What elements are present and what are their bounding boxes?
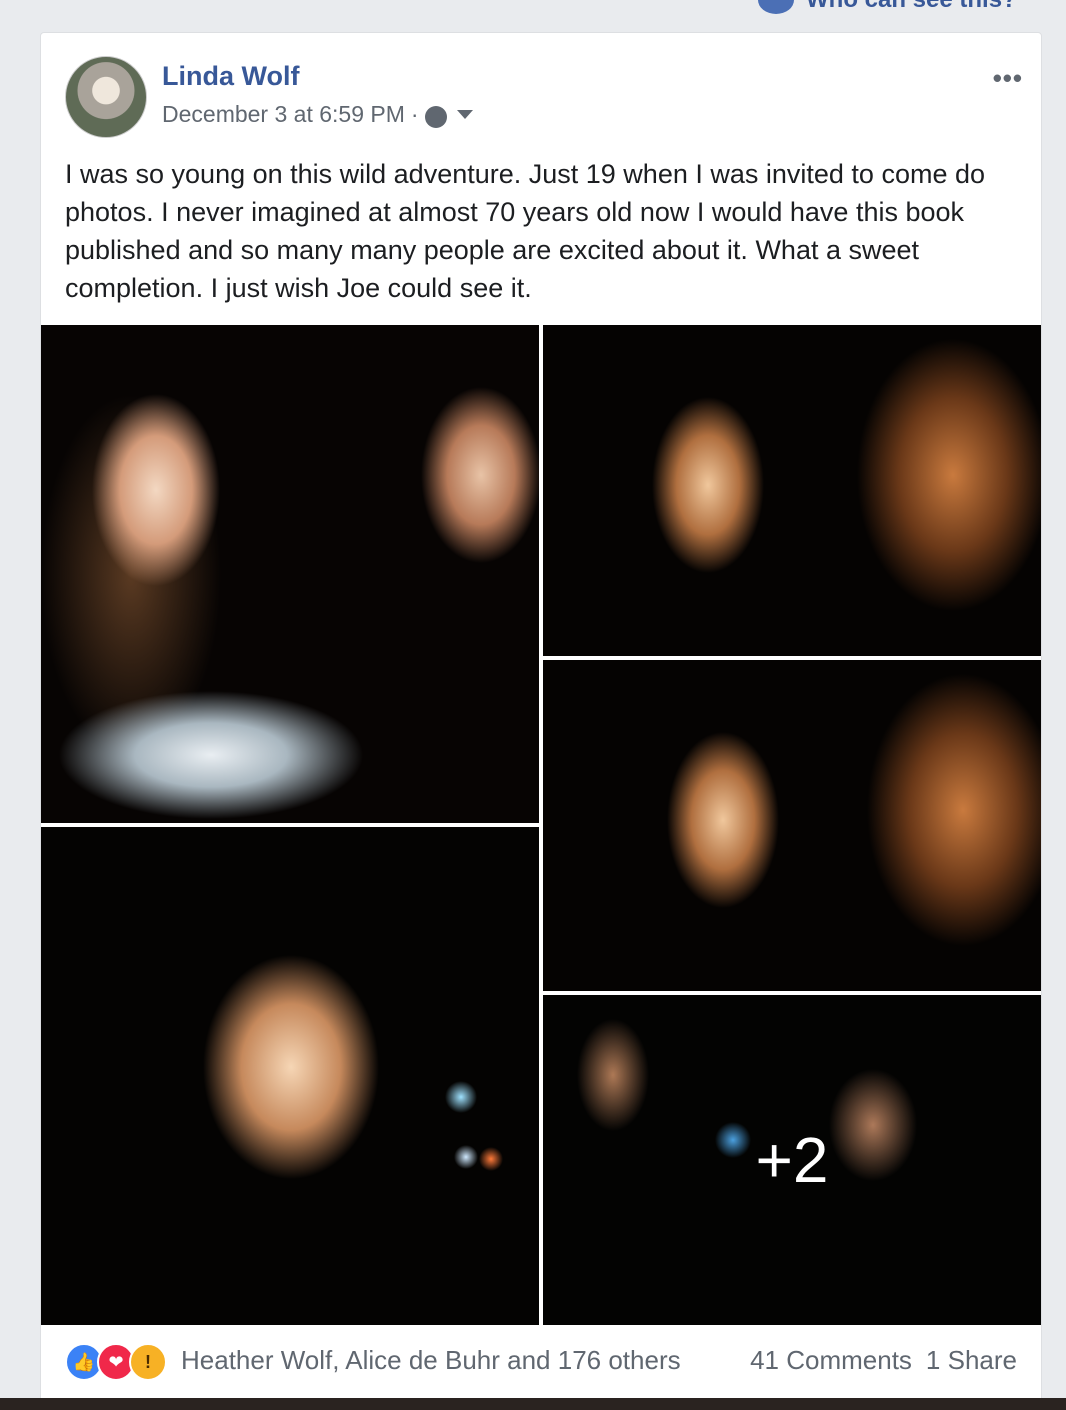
more-photos-overlay[interactable]: +2 xyxy=(543,995,1041,1325)
globe-icon[interactable] xyxy=(424,105,447,128)
reaction-names[interactable]: Heather Wolf, Alice de Buhr and 176 othe… xyxy=(181,1345,681,1376)
globe-icon xyxy=(758,0,794,14)
who-can-see-link[interactable]: Who can see this? xyxy=(806,0,1017,14)
photo-1[interactable] xyxy=(41,325,539,823)
post-card: Linda Wolf December 3 at 6:59 PM · ••• I… xyxy=(40,32,1042,1406)
comments-count[interactable]: 41 Comments xyxy=(750,1345,912,1376)
photo-5[interactable]: +2 xyxy=(543,995,1041,1325)
post-footer: 👍 ❤ ! Heather Wolf, Alice de Buhr and 17… xyxy=(41,1325,1041,1405)
reaction-icons[interactable]: 👍 ❤ ! xyxy=(65,1343,167,1381)
wow-icon[interactable]: ! xyxy=(129,1343,167,1381)
post-text: I was so young on this wild adventure. J… xyxy=(65,159,986,303)
avatar[interactable] xyxy=(65,56,147,138)
photo-3[interactable] xyxy=(543,660,1041,991)
engagement-counts: 41 Comments 1 Share xyxy=(750,1345,1017,1376)
timestamp[interactable]: December 3 at 6:59 PM xyxy=(162,101,405,128)
chevron-down-icon[interactable] xyxy=(456,110,473,119)
more-icon[interactable]: ••• xyxy=(993,63,1023,94)
photo-4[interactable] xyxy=(41,827,539,1325)
shares-count[interactable]: 1 Share xyxy=(926,1345,1017,1376)
photo-grid: +2 xyxy=(41,325,1041,1325)
author-name[interactable]: Linda Wolf xyxy=(162,61,299,92)
meta-separator: · xyxy=(410,101,419,127)
top-strip: Who can see this? xyxy=(0,0,1066,30)
photo-2[interactable] xyxy=(543,325,1041,656)
post-meta: December 3 at 6:59 PM · xyxy=(162,101,473,128)
bottom-strip xyxy=(0,1398,1066,1410)
